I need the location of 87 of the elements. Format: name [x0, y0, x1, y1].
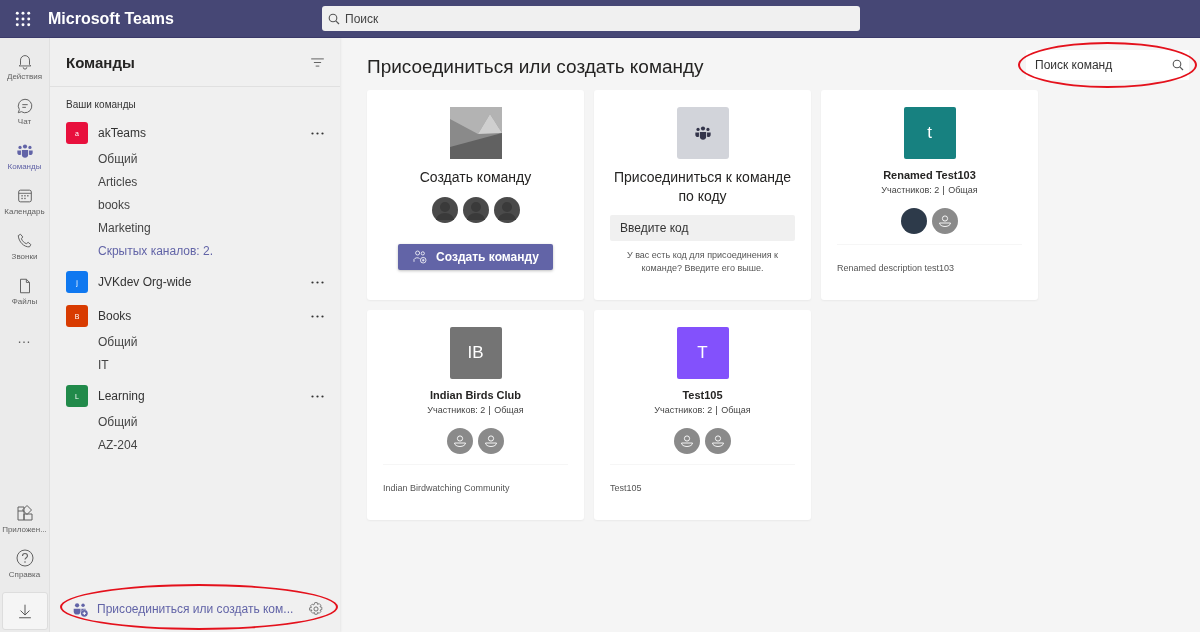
people-icon [693, 124, 712, 142]
people-icon [15, 142, 34, 160]
app-launcher-icon[interactable] [15, 10, 31, 27]
rail-item[interactable]: Файлы [0, 269, 50, 314]
rail-label: Приложен... [2, 525, 47, 534]
rail-label: Команды [7, 162, 42, 171]
team-description: Renamed description test103 [837, 263, 956, 273]
privacy-label: Общая [494, 405, 524, 415]
avatar-icon [674, 428, 700, 454]
team-card[interactable]: Присоединиться к команде по коду Введите код У вас есть код для присоединения к команде? Введите его выше. [594, 90, 811, 300]
people-add-icon [72, 600, 89, 618]
team-description: Test105 [610, 483, 643, 493]
card-title: Создать команду [419, 168, 532, 187]
team-search-field[interactable]: Поиск команд [1026, 50, 1189, 80]
channel-item[interactable]: books [66, 194, 324, 217]
rail-item[interactable]: Действия [0, 44, 50, 89]
team-avatar: T [676, 327, 729, 379]
rail-item[interactable]: … [0, 314, 50, 359]
team-card[interactable]: T Test105 Участников: 2 Общая Test105 [594, 310, 811, 520]
privacy-label: Общая [948, 185, 978, 195]
channel-item[interactable]: Общий [66, 411, 324, 434]
person-silhouette-icon [493, 197, 520, 223]
more-options-icon[interactable] [311, 394, 324, 398]
rail-item[interactable]: Звонки [0, 224, 50, 269]
chat-icon [15, 97, 34, 115]
more-options-icon[interactable] [311, 280, 324, 284]
team-name: Indian Birds Club [429, 389, 522, 401]
team-card[interactable]: Создать команду Создать команду [367, 90, 584, 300]
card-title: Присоединиться к команде по коду [613, 168, 792, 206]
member-count: Участников: 2 [881, 185, 940, 195]
rail-label: Чат [17, 117, 32, 126]
more-options-icon[interactable] [311, 131, 324, 135]
rail-label: Действия [6, 72, 43, 81]
member-count: Участников: 2 [427, 405, 486, 415]
rail-label: … [17, 329, 32, 346]
channel-item[interactable]: Общий [66, 331, 324, 354]
channel-item[interactable]: AZ-204 [66, 434, 324, 457]
team-name: Test105 [682, 389, 723, 401]
settings-icon[interactable] [308, 601, 324, 617]
rail-item[interactable]: Справка [0, 541, 50, 586]
join-create-team-link[interactable]: Присоединиться или создать ком... [72, 600, 294, 618]
rail-label: Календарь [4, 207, 45, 216]
search-icon [1172, 59, 1184, 71]
hidden-channels-link[interactable]: Скрытых каналов: 2. [66, 240, 324, 263]
search-icon [328, 12, 340, 25]
team-avatar: t [903, 107, 956, 159]
rail-label: Справка [8, 570, 41, 579]
privacy-label: Общая [721, 405, 751, 415]
hint-text: У вас есть код для присоединения к команде? Введите его выше. [625, 249, 780, 275]
avatar-icon [447, 428, 473, 454]
rail-item[interactable]: Команды [0, 134, 50, 179]
people-add-icon [412, 249, 429, 265]
channel-item[interactable]: IT [66, 354, 324, 377]
phone-icon [15, 232, 34, 250]
team-card[interactable]: t Renamed Test103 Участников: 2 Общая Renamed description test103 [821, 90, 1038, 300]
member-count: Участников: 2 [654, 405, 713, 415]
channel-item[interactable]: Articles [66, 171, 324, 194]
photo-placeholder [901, 208, 927, 234]
avatar-icon [932, 208, 958, 234]
code-input-field[interactable]: Введите код [610, 215, 795, 241]
sidebar-title: Команды [66, 53, 135, 71]
calendar-icon [15, 187, 34, 205]
search-field[interactable]: Поиск [322, 6, 860, 31]
avatar-icon [705, 428, 731, 454]
person-silhouette-icon [462, 197, 489, 223]
team-card[interactable]: IB Indian Birds Club Участников: 2 Общая Indian Birdwatching Community [367, 310, 584, 520]
team-description: Indian Birdwatching Community [383, 483, 511, 493]
section-label: Ваши команды [66, 99, 137, 110]
help-icon [14, 548, 35, 568]
apps-icon [14, 503, 35, 523]
create-team-button[interactable]: Создать команду [398, 244, 553, 270]
team-avatar: IB [449, 327, 502, 379]
rail-item[interactable]: Приложен... [0, 496, 50, 541]
person-silhouette-icon [431, 197, 458, 223]
rail-item[interactable]: Календарь [0, 179, 50, 224]
rail-label: Файлы [11, 297, 38, 306]
landscape-placeholder-icon [449, 107, 502, 159]
rail-item[interactable]: Чат [0, 89, 50, 134]
app-title: Microsoft Teams [48, 9, 175, 28]
team-name: Renamed Test103 [883, 169, 976, 181]
channel-item[interactable]: Marketing [66, 217, 324, 240]
page-title: Присоединиться или создать команду [367, 56, 704, 78]
more-options-icon[interactable] [311, 314, 324, 318]
channel-item[interactable]: Общий [66, 148, 324, 171]
rail-label: Звонки [11, 252, 38, 261]
avatar-icon [478, 428, 504, 454]
filter-icon[interactable] [311, 57, 324, 67]
